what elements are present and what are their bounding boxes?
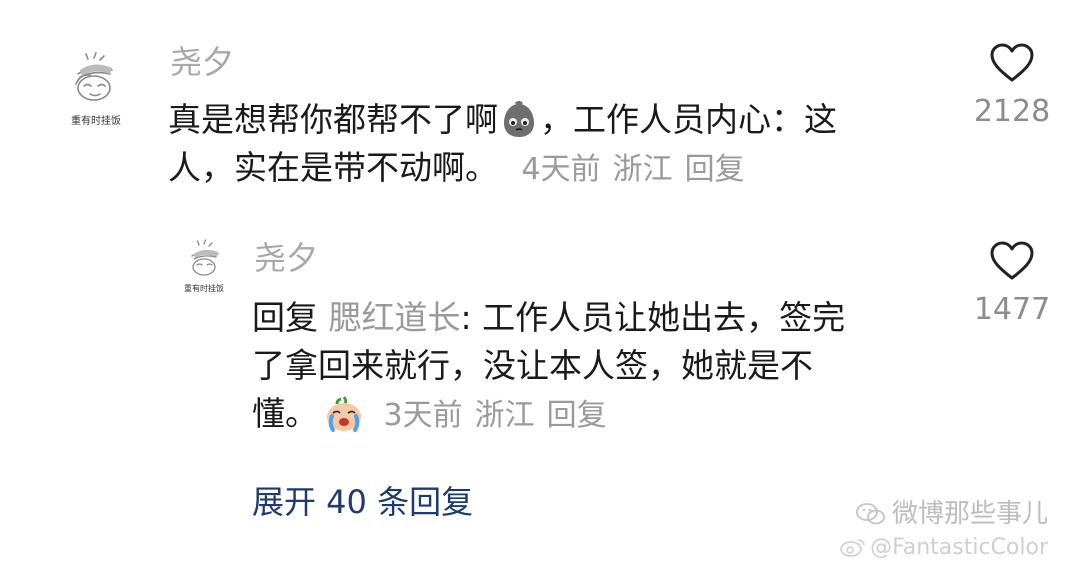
heart-icon[interactable]: [989, 240, 1035, 286]
weibo-icon: [840, 537, 866, 565]
watermark-line1: 微博那些事儿: [840, 498, 1048, 530]
reply-text-line3: 懂。: [252, 394, 318, 433]
heart-icon[interactable]: [989, 42, 1035, 88]
reply-reply-button[interactable]: 回复: [547, 398, 607, 433]
reply-button[interactable]: 回复: [685, 152, 745, 187]
reply-meta: 3天前 浙江 回复: [374, 398, 619, 433]
like-column: 2128: [962, 42, 1062, 130]
like-count: 2128: [973, 94, 1051, 129]
reply-username[interactable]: 尧夕: [254, 238, 318, 278]
comment-time: 4天前: [521, 152, 601, 187]
reply-to-user[interactable]: 腮红道长: [329, 298, 461, 337]
reply-time: 3天前: [383, 398, 463, 433]
reply-like-count: 1477: [973, 292, 1051, 327]
crying-face-icon: [324, 395, 364, 446]
reply-prefix: 回复: [252, 298, 318, 337]
watermark: 微博那些事儿 @FantasticColor: [840, 498, 1048, 565]
reply-like-column: 1477: [962, 240, 1062, 328]
wechat-icon: [856, 498, 892, 530]
reply-text-line2: 了拿回来就行，没让本人签，她就是不: [252, 346, 813, 385]
comment-text-part1: 真是想帮你都帮不了啊: [168, 100, 498, 139]
reply-text-line1: : 工作人员让她出去，签完: [460, 298, 846, 337]
comment-text-line2: 人，实在是带不动啊。: [168, 148, 498, 187]
reply-location: 浙江: [474, 398, 535, 433]
watermark-account: 微博那些事儿: [891, 499, 1048, 529]
expand-replies-link[interactable]: 展开 40 条回复: [252, 480, 473, 524]
comment-meta: 4天前 浙江 回复: [512, 152, 757, 187]
reply-body: 回复 腮红道长: 工作人员让她出去，签完 了拿回来就行，没让本人签，她就是不 懂…: [252, 294, 845, 438]
comment-username[interactable]: 尧夕: [170, 42, 234, 82]
avatar-caption: 重有时挂饭: [71, 116, 121, 127]
comment-body: 真是想帮你都帮不了啊 ，工作人员内心：这 人，实在是带不动啊。 4天前 浙江 回复: [168, 96, 837, 192]
comment-text-part2: ，工作人员内心：这: [540, 100, 837, 139]
reply-avatar-caption: 重有时挂饭: [184, 284, 224, 293]
comment-location: 浙江: [612, 152, 673, 187]
watermark-line2: @FantasticColor: [840, 534, 1048, 565]
watermark-handle: @FantasticColor: [870, 535, 1048, 560]
